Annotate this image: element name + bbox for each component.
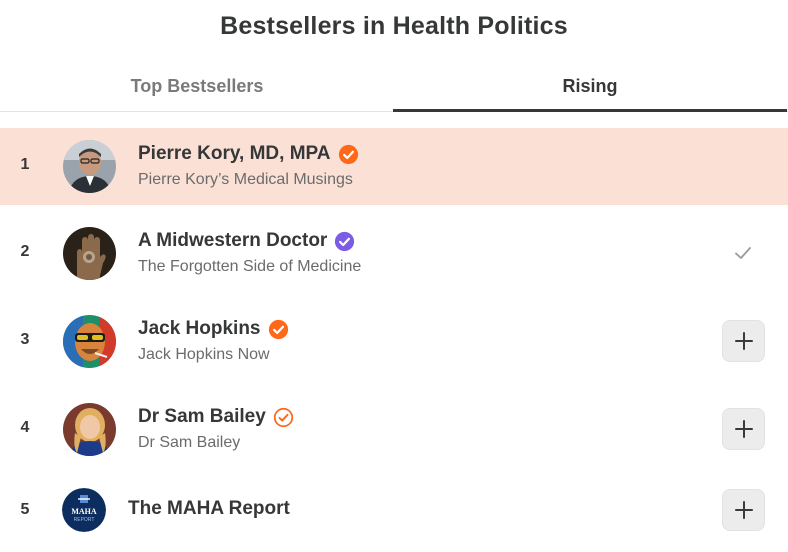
orange-verified-badge-icon: [268, 319, 289, 340]
plus-icon: [734, 420, 753, 438]
orange-verified-badge-icon: [338, 144, 359, 165]
avatar[interactable]: [63, 403, 116, 456]
list-item[interactable]: 1 Pierre Kory, MD, MPA Pierre Kory’s Med…: [0, 128, 788, 205]
publication-author[interactable]: The MAHA Report: [128, 498, 290, 520]
list-item[interactable]: 5 MAHA REPORT The MAHA Report: [0, 476, 788, 552]
plus-icon: [734, 501, 753, 519]
publication-author[interactable]: Pierre Kory, MD, MPA: [138, 143, 359, 165]
plus-icon: [734, 332, 753, 350]
publication-author[interactable]: A Midwestern Doctor: [138, 230, 355, 252]
author-name: Jack Hopkins: [138, 318, 261, 339]
publication-name[interactable]: Dr Sam Bailey: [138, 434, 240, 452]
avatar[interactable]: [63, 315, 116, 368]
subscribe-button[interactable]: [722, 408, 765, 450]
logo-subtext: REPORT: [74, 517, 95, 523]
tab-top-bestsellers[interactable]: Top Bestsellers: [0, 62, 394, 112]
subscribed-check-icon[interactable]: [733, 243, 753, 263]
list-item[interactable]: 3 Jack Hopkins Jack Hopkins Now: [0, 302, 788, 379]
rank-number: 5: [20, 501, 30, 518]
author-name: A Midwestern Doctor: [138, 230, 328, 251]
purple-verified-badge-icon: [334, 231, 355, 252]
subscribe-button[interactable]: [722, 320, 765, 362]
publication-author[interactable]: Jack Hopkins: [138, 318, 289, 340]
avatar[interactable]: [63, 140, 116, 193]
tab-bar: Top Bestsellers Rising: [0, 62, 788, 112]
publication-author[interactable]: Dr Sam Bailey: [138, 406, 294, 428]
rank-number: 1: [20, 156, 30, 173]
orange-outline-verified-badge-icon: [273, 407, 294, 428]
tab-rising-label: Rising: [562, 76, 618, 96]
author-name: Dr Sam Bailey: [138, 406, 266, 427]
subscribe-button[interactable]: [722, 489, 765, 531]
avatar[interactable]: [63, 227, 116, 280]
list-item[interactable]: 4 Dr Sam Bailey Dr Sam Bailey: [0, 389, 788, 466]
publication-name[interactable]: Jack Hopkins Now: [138, 346, 270, 364]
rank-number: 4: [20, 419, 30, 436]
author-name: Pierre Kory, MD, MPA: [138, 143, 331, 164]
author-name: The MAHA Report: [128, 498, 290, 519]
rank-number: 3: [20, 331, 30, 348]
tab-rising[interactable]: Rising: [393, 62, 787, 112]
publication-name[interactable]: Pierre Kory’s Medical Musings: [138, 171, 353, 189]
rank-number: 2: [20, 243, 30, 260]
active-tab-indicator: [393, 109, 787, 112]
maha-report-logo[interactable]: MAHA REPORT: [62, 488, 106, 532]
logo-text: MAHA: [71, 507, 97, 516]
page-title: Bestsellers in Health Politics: [220, 12, 568, 40]
list-item[interactable]: 2 A Midwestern Doctor The Forgotten Side…: [0, 215, 788, 292]
publication-name[interactable]: The Forgotten Side of Medicine: [138, 258, 361, 276]
